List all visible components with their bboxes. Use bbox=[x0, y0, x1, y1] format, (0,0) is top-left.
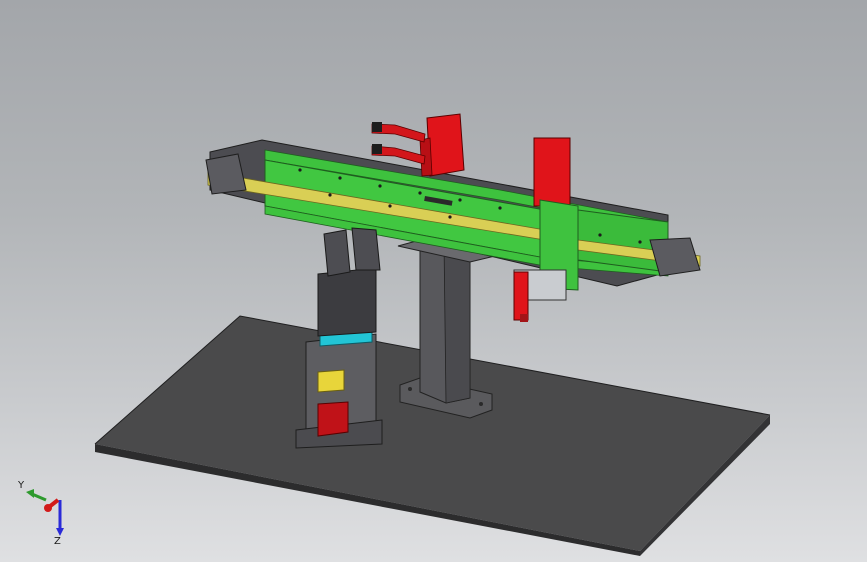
x-axis-arrow bbox=[44, 498, 60, 512]
z-axis-arrow bbox=[56, 500, 64, 536]
support-column bbox=[397, 239, 496, 419]
y-axis-label: Y bbox=[17, 480, 25, 491]
cad-model-scene[interactable] bbox=[0, 0, 867, 562]
y-axis-arrow bbox=[26, 489, 47, 502]
z-axis-label: Z bbox=[54, 536, 61, 546]
cad-viewport[interactable]: Y Z bbox=[0, 0, 867, 562]
axis-triad: Y Z bbox=[17, 480, 64, 546]
